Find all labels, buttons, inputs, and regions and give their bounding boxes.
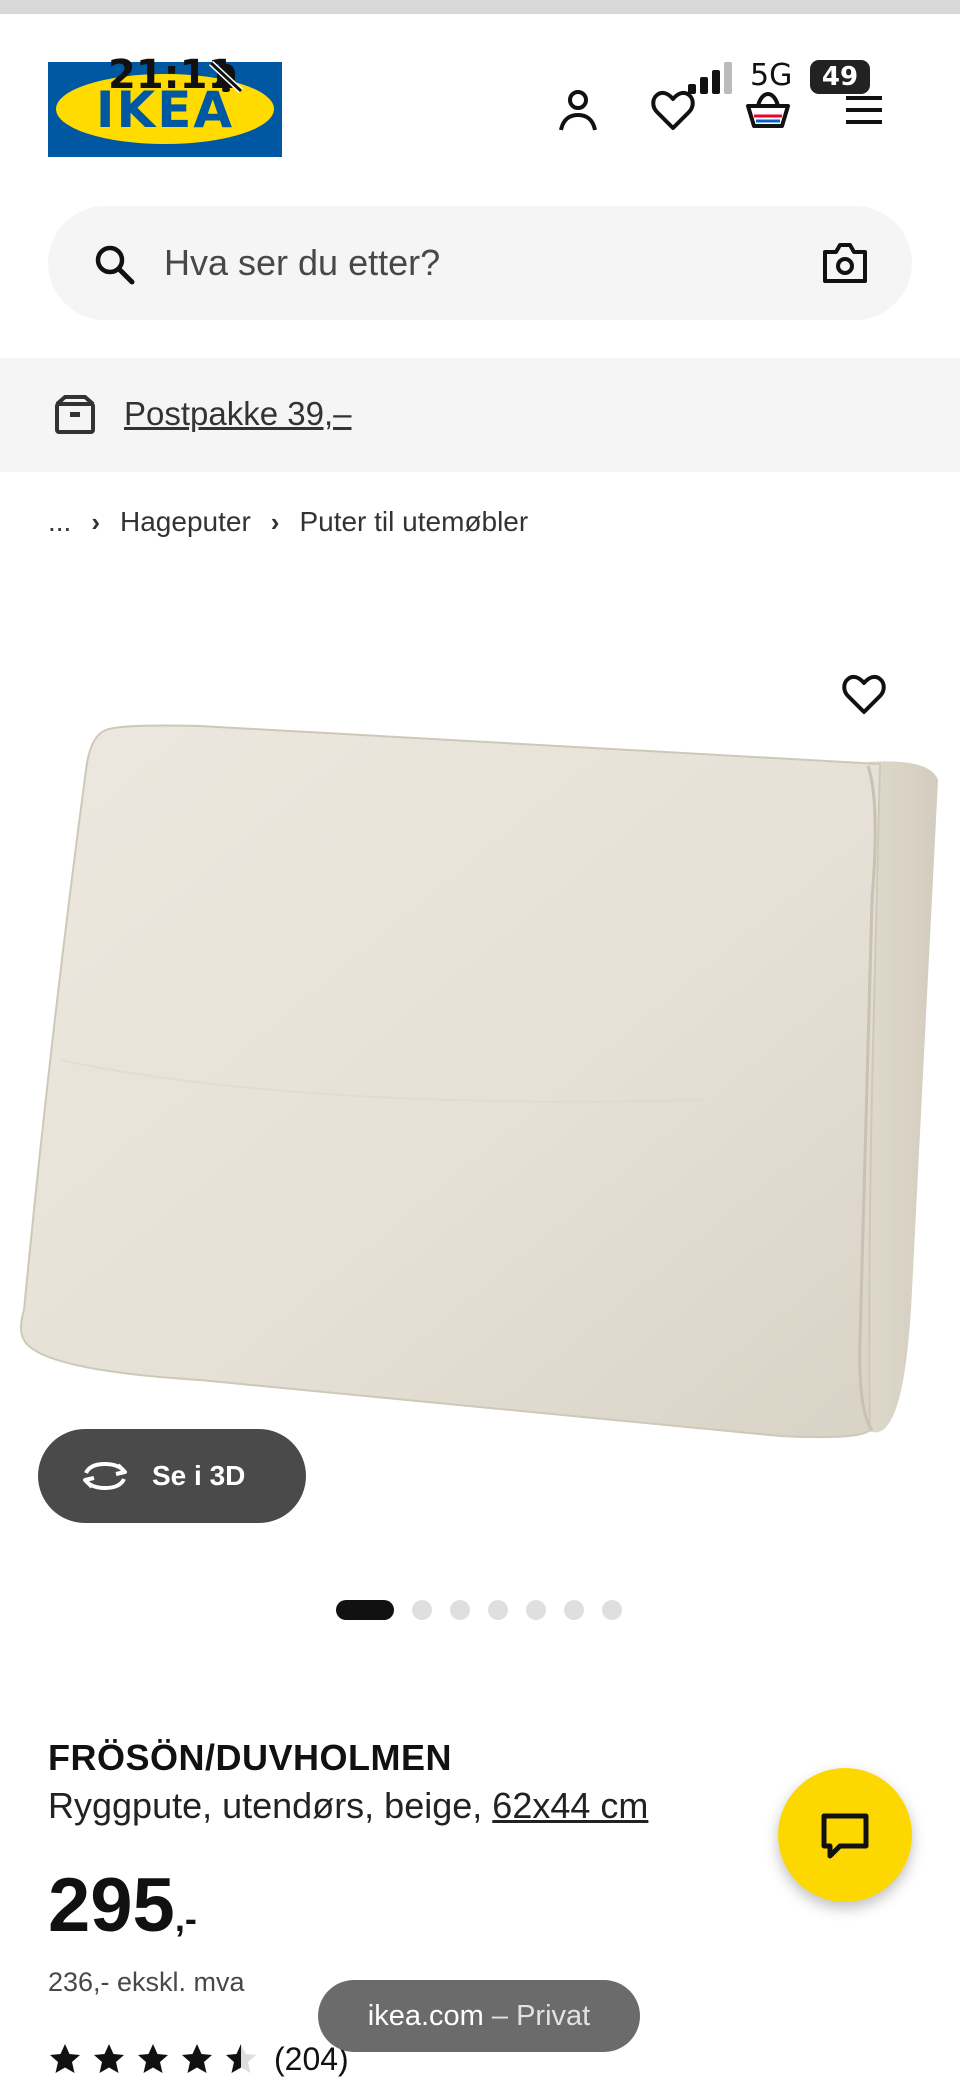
browser-mode: – Privat xyxy=(491,2000,591,2032)
postpakke-link[interactable]: Postpakke 39,– xyxy=(124,392,352,436)
product-description: Ryggpute, utendørs, beige, 62x44 cm xyxy=(48,1784,648,1828)
breadcrumb-puter[interactable]: Puter til utemøbler xyxy=(299,500,528,544)
carousel-dot[interactable] xyxy=(602,1600,622,1620)
star-icon xyxy=(50,2044,80,2073)
bell-slash-icon xyxy=(208,60,244,94)
chevron-right-icon: › xyxy=(91,507,101,537)
search-placeholder: Hva ser du etter? xyxy=(164,242,441,283)
star-icon xyxy=(94,2044,124,2073)
carousel-dot[interactable] xyxy=(488,1600,508,1620)
status-bar-strip xyxy=(0,0,960,14)
chat-icon xyxy=(821,1813,869,1859)
chevron-right-icon: › xyxy=(270,507,280,537)
product-name: FRÖSÖN/DUVHOLMEN xyxy=(48,1737,452,1778)
person-icon[interactable] xyxy=(554,86,602,134)
price-value: 295 xyxy=(48,1863,175,1948)
breadcrumb-ellipsis[interactable]: ... xyxy=(48,500,71,544)
favourite-heart-icon[interactable] xyxy=(840,672,888,716)
breadcrumb: ... › Hageputer › Puter til utemøbler xyxy=(48,500,528,544)
half-star-icon xyxy=(226,2044,256,2073)
carousel-dot[interactable] xyxy=(526,1600,546,1620)
delivery-banner: Postpakke 39,– xyxy=(0,358,960,472)
search-icon xyxy=(95,245,135,285)
rotate-3d-icon xyxy=(83,1461,127,1491)
price-ex-vat: 236,- ekskl. mva xyxy=(48,1967,245,1997)
menu-icon[interactable] xyxy=(840,86,888,134)
carousel-dot[interactable] xyxy=(450,1600,470,1620)
basket-icon[interactable] xyxy=(744,86,792,134)
star-icon xyxy=(182,2044,212,2073)
browser-address-pill[interactable]: ikea.com – Privat xyxy=(318,1980,640,2052)
product-price: 295,- xyxy=(48,1866,197,1967)
view-3d-label: Se i 3D xyxy=(152,1460,246,1491)
parcel-icon xyxy=(55,395,95,434)
product-type: Ryggpute, utendørs, beige, xyxy=(48,1785,483,1826)
breadcrumb-hageputer[interactable]: Hageputer xyxy=(120,500,251,544)
carousel-dot[interactable] xyxy=(412,1600,432,1620)
product-image[interactable] xyxy=(0,640,960,1560)
star-icon xyxy=(138,2044,168,2073)
search-input[interactable]: Hva ser du etter? xyxy=(48,206,912,320)
price-suffix: ,- xyxy=(174,1898,197,1939)
carousel-dot-active[interactable] xyxy=(336,1600,394,1620)
view-3d-button[interactable]: Se i 3D xyxy=(38,1429,306,1523)
carousel-dot[interactable] xyxy=(564,1600,584,1620)
browser-domain: ikea.com xyxy=(367,2000,484,2032)
chat-button[interactable] xyxy=(778,1768,912,1902)
product-size-link[interactable]: 62x44 cm xyxy=(492,1785,648,1826)
heart-icon[interactable] xyxy=(649,86,697,134)
camera-icon[interactable] xyxy=(822,242,868,284)
